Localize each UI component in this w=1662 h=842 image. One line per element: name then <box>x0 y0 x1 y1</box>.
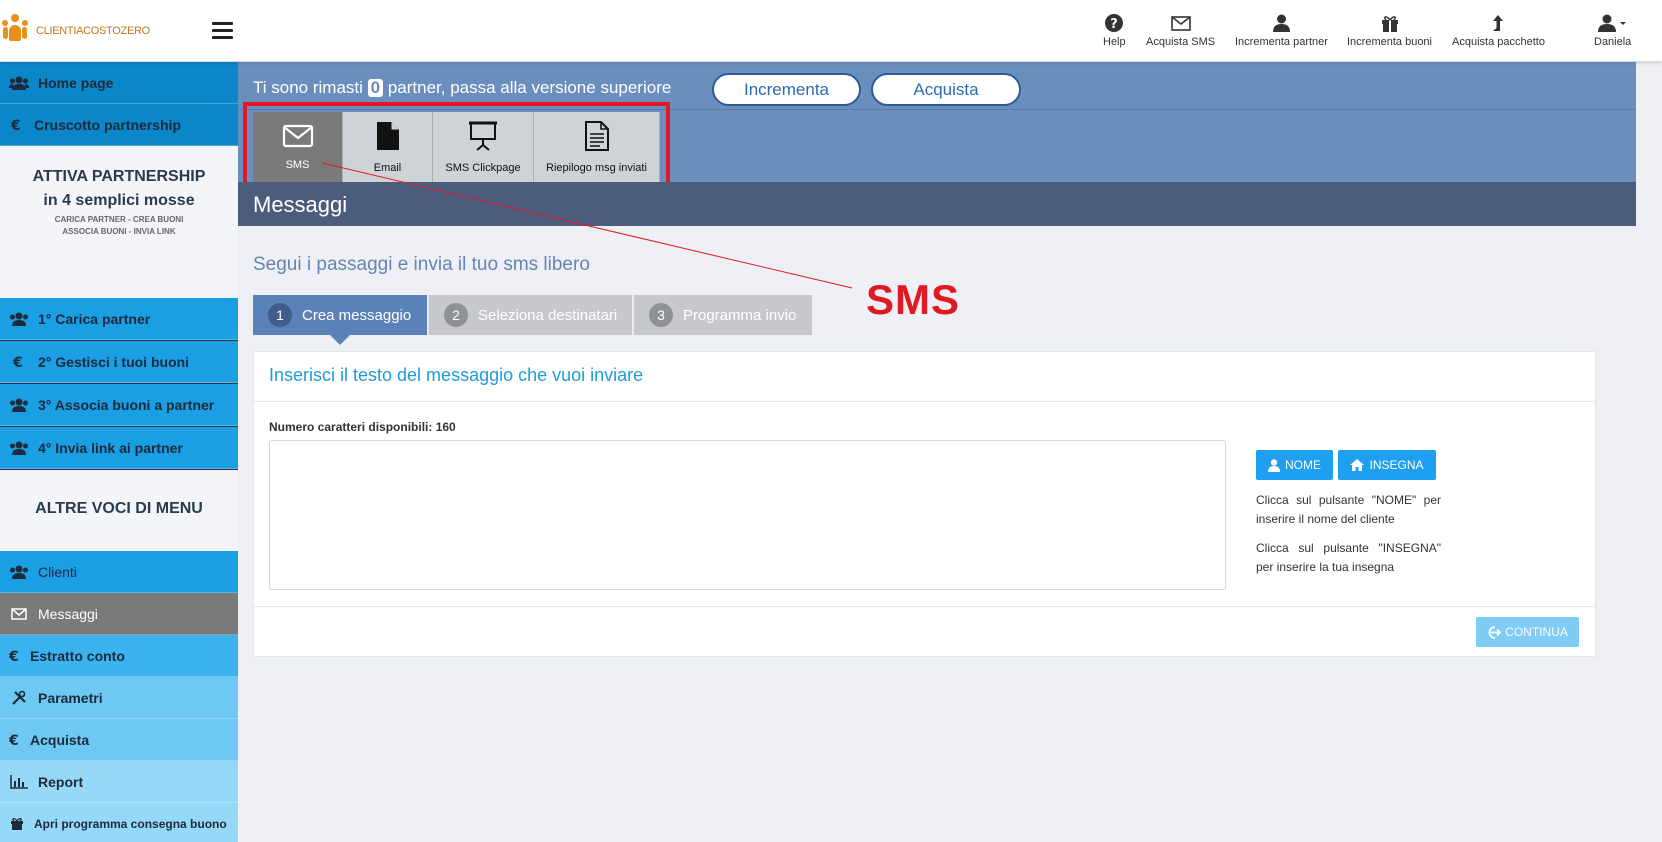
gift-icon <box>1381 12 1399 34</box>
sidebar-item-estratto-conto[interactable]: € Estratto conto <box>0 635 238 677</box>
sidebar-item-report[interactable]: Report <box>0 761 238 803</box>
remaining-partner-count: 0 <box>367 79 384 97</box>
logo-icon <box>2 14 28 48</box>
panel-title: Inserisci il testo del messaggio che vuo… <box>269 365 644 385</box>
home-icon <box>1350 459 1365 471</box>
users-icon <box>0 565 38 579</box>
svg-text:?: ? <box>1111 17 1119 32</box>
gift-icon <box>0 817 34 830</box>
sidebar-item-consegna-buono[interactable]: Apri programma consegna buono <box>0 803 238 842</box>
message-textarea[interactable] <box>269 440 1226 590</box>
envelope-icon <box>0 607 38 620</box>
increase-vouchers-button[interactable]: Incrementa buoni <box>1347 12 1432 48</box>
title-bar: Messaggi <box>238 182 1636 226</box>
activate-partnership-block: ATTIVA PARTNERSHIP in 4 semplici mosse C… <box>0 146 238 300</box>
page-title: Messaggi <box>253 192 348 217</box>
logo[interactable]: CLIENTIACOSTOZERO <box>2 14 150 48</box>
sign-in-icon <box>1487 625 1502 639</box>
users-icon <box>0 312 38 326</box>
user-icon <box>1272 12 1290 34</box>
insert-insegna-button[interactable]: INSEGNA <box>1338 450 1436 480</box>
sidebar-item-home[interactable]: Home page <box>0 62 238 104</box>
top-bar: CLIENTIACOSTOZERO ? Help Acquista SMS In… <box>0 0 1662 62</box>
sidebar-item-step-2[interactable]: € 2° Gestisci i tuoi buoni <box>0 341 238 383</box>
users-icon <box>0 398 38 412</box>
buy-sms-button[interactable]: Acquista SMS <box>1146 12 1215 48</box>
svg-text:€: € <box>11 118 21 132</box>
question-circle-icon: ? <box>1105 12 1124 34</box>
svg-text:€: € <box>9 733 19 747</box>
sidebar-item-clienti[interactable]: Clienti <box>0 551 238 593</box>
wizard-step-1[interactable]: 1 Crea messaggio <box>253 295 427 335</box>
page-subtitle: Segui i passaggi e invia il tuo sms libe… <box>253 254 590 275</box>
sidebar-item-acquista[interactable]: € Acquista <box>0 719 238 761</box>
insert-nome-button[interactable]: NOME <box>1256 450 1333 480</box>
euro-icon: € <box>0 733 30 747</box>
svg-text:€: € <box>9 649 19 663</box>
envelope-icon <box>1170 12 1191 34</box>
users-icon <box>0 441 38 455</box>
sidebar-item-dashboard[interactable]: € Cruscotto partnership <box>0 104 238 146</box>
incrementa-button[interactable]: Incrementa <box>712 73 861 106</box>
continua-button[interactable]: CONTINUA <box>1476 617 1579 647</box>
euro-icon: € <box>0 118 34 132</box>
bar-chart-icon <box>0 774 38 789</box>
upgrade-message: Ti sono rimasti 0 partner, passa alla ve… <box>253 78 672 97</box>
divider <box>254 401 1595 402</box>
menu-toggle-button[interactable] <box>212 22 233 39</box>
user-name: Daniela <box>1594 36 1632 48</box>
user-icon <box>1268 458 1280 472</box>
user-caret-icon <box>1597 12 1628 34</box>
users-icon <box>0 76 38 90</box>
sidebar-item-step-1[interactable]: 1° Carica partner <box>0 298 238 340</box>
arrow-up-icon <box>1491 12 1505 34</box>
euro-icon: € <box>0 355 38 369</box>
sidebar-item-messaggi[interactable]: Messaggi <box>0 593 238 635</box>
wizard-step-2[interactable]: 2 Seleziona destinatari <box>428 295 632 335</box>
wizard-step-3[interactable]: 3 Programma invio <box>633 295 812 335</box>
annotation-label: SMS <box>866 276 961 323</box>
acquista-button[interactable]: Acquista <box>871 73 1021 106</box>
sidebar-item-parametri[interactable]: Parametri <box>0 677 238 719</box>
increase-partner-button[interactable]: Incrementa partner <box>1235 12 1328 48</box>
scrollbar[interactable] <box>1636 62 1662 842</box>
euro-icon: € <box>0 649 30 663</box>
message-panel: Inserisci il testo del messaggio che vuo… <box>253 351 1596 657</box>
tools-icon <box>0 690 38 706</box>
char-count-label: Numero caratteri disponibili: 160 <box>269 420 456 434</box>
logo-text: CLIENTIACOSTOZERO <box>36 25 150 37</box>
active-step-pointer <box>330 335 350 345</box>
buy-package-button[interactable]: Acquista pacchetto <box>1452 12 1545 48</box>
help-nome: Clicca sul pulsante "NOME" per inserire … <box>1256 493 1441 526</box>
other-menu-block: ALTRE VOCI DI MENU <box>0 470 238 551</box>
sidebar-item-step-3[interactable]: 3° Associa buoni a partner <box>0 384 238 426</box>
divider <box>254 606 1595 607</box>
help-button[interactable]: ? Help <box>1103 12 1126 48</box>
sidebar-item-step-4[interactable]: 4° Invia link ai partner <box>0 427 238 469</box>
user-menu[interactable]: Daniela <box>1594 12 1631 48</box>
sidebar: Home page € Cruscotto partnership ATTIVA… <box>0 62 238 842</box>
help-insegna: Clicca sul pulsante "INSEGNA" per inseri… <box>1256 541 1441 574</box>
svg-text:€: € <box>13 355 23 369</box>
